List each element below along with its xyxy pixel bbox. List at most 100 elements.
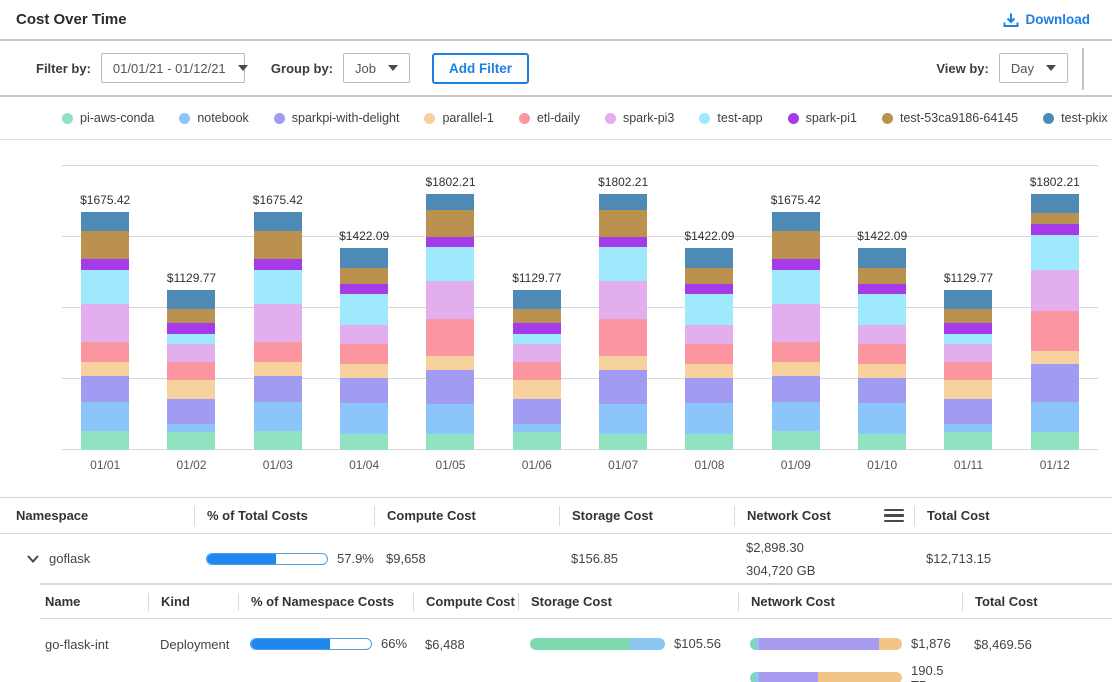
subcol-header-kind[interactable]: Kind (148, 593, 238, 611)
bar-segment-spark-pi3[interactable] (599, 281, 647, 320)
subcol-header-name[interactable]: Name (40, 593, 148, 611)
stacked-bar-01/06[interactable] (513, 290, 561, 450)
bar-segment-spark-pi1[interactable] (944, 323, 992, 334)
bar-segment-parallel-1[interactable] (513, 380, 561, 399)
bar-segment-etl-daily[interactable] (81, 342, 129, 362)
subcol-header-compute[interactable]: Compute Cost (413, 593, 518, 611)
bar-segment-test-app[interactable] (340, 294, 388, 325)
stacked-bar-01/05[interactable] (426, 194, 474, 450)
bar-segment-spark-pi3[interactable] (81, 304, 129, 342)
bar-segment-parallel-1[interactable] (167, 380, 215, 399)
legend-item-pi-aws-conda[interactable]: pi-aws-conda (62, 111, 154, 125)
col-header-namespace[interactable]: Namespace (16, 506, 194, 526)
bar-segment-notebook[interactable] (599, 404, 647, 434)
bar-segment-notebook[interactable] (167, 424, 215, 431)
col-header-pct-total[interactable]: % of Total Costs (194, 506, 374, 526)
legend-item-test-pkix[interactable]: test-pkix (1043, 111, 1108, 125)
bar-segment-test-53ca9186-64145[interactable] (81, 231, 129, 259)
stacked-bar-01/02[interactable] (167, 290, 215, 450)
bar-segment-test-pkix[interactable] (858, 248, 906, 267)
bar-segment-pi-aws-conda[interactable] (858, 434, 906, 450)
date-range-select[interactable]: 01/01/21 - 01/12/21 (101, 53, 245, 83)
bar-segment-spark-pi3[interactable] (858, 325, 906, 343)
bar-segment-test-app[interactable] (81, 270, 129, 303)
view-by-select[interactable]: Day (999, 53, 1068, 83)
bar-segment-test-app[interactable] (426, 247, 474, 281)
bar-segment-test-pkix[interactable] (599, 194, 647, 210)
bar-segment-notebook[interactable] (772, 402, 820, 431)
bar-segment-notebook[interactable] (426, 404, 474, 434)
bar-segment-test-pkix[interactable] (685, 248, 733, 267)
bar-segment-spark-pi3[interactable] (1031, 270, 1079, 311)
legend-item-test-53ca9186-64145[interactable]: test-53ca9186-64145 (882, 111, 1018, 125)
bar-segment-test-app[interactable] (1031, 235, 1079, 270)
bar-segment-test-53ca9186-64145[interactable] (858, 268, 906, 284)
bar-segment-pi-aws-conda[interactable] (254, 431, 302, 450)
bar-segment-parallel-1[interactable] (772, 362, 820, 376)
bar-segment-test-53ca9186-64145[interactable] (340, 268, 388, 284)
bar-segment-pi-aws-conda[interactable] (1031, 432, 1079, 450)
bar-segment-pi-aws-conda[interactable] (167, 432, 215, 450)
bar-segment-test-53ca9186-64145[interactable] (254, 231, 302, 259)
col-header-network[interactable]: Network Cost (734, 506, 914, 526)
legend-item-spark-pi1[interactable]: spark-pi1 (788, 111, 857, 125)
bar-segment-test-53ca9186-64145[interactable] (944, 309, 992, 323)
bar-segment-spark-pi3[interactable] (685, 325, 733, 343)
bar-segment-spark-pi1[interactable] (772, 259, 820, 270)
col-header-total[interactable]: Total Cost (914, 506, 1096, 526)
bar-segment-sparkpi-with-delight[interactable] (858, 378, 906, 404)
bar-segment-spark-pi3[interactable] (254, 304, 302, 342)
bar-segment-etl-daily[interactable] (858, 344, 906, 365)
bar-segment-sparkpi-with-delight[interactable] (254, 376, 302, 402)
subcol-header-network[interactable]: Network Cost (738, 593, 962, 611)
bar-segment-spark-pi3[interactable] (944, 344, 992, 362)
bar-segment-parallel-1[interactable] (858, 364, 906, 377)
stacked-bar-01/07[interactable] (599, 194, 647, 450)
bar-segment-sparkpi-with-delight[interactable] (81, 376, 129, 402)
bar-segment-sparkpi-with-delight[interactable] (944, 399, 992, 425)
bar-segment-parallel-1[interactable] (81, 362, 129, 376)
bar-segment-spark-pi1[interactable] (426, 237, 474, 247)
subtable-row[interactable]: go-flask-int Deployment 66% $6,488 $105.… (40, 618, 1112, 682)
bar-segment-test-app[interactable] (944, 334, 992, 345)
bar-segment-test-53ca9186-64145[interactable] (513, 309, 561, 323)
bar-segment-parallel-1[interactable] (426, 356, 474, 369)
bar-segment-pi-aws-conda[interactable] (426, 434, 474, 450)
stacked-bar-01/01[interactable] (81, 212, 129, 450)
legend-item-notebook[interactable]: notebook (179, 111, 248, 125)
bar-segment-pi-aws-conda[interactable] (944, 432, 992, 450)
bar-segment-sparkpi-with-delight[interactable] (513, 399, 561, 425)
bar-segment-test-app[interactable] (599, 247, 647, 281)
bar-segment-etl-daily[interactable] (340, 344, 388, 365)
stacked-bar-01/08[interactable] (685, 248, 733, 450)
bar-segment-etl-daily[interactable] (426, 319, 474, 356)
bar-segment-notebook[interactable] (685, 403, 733, 434)
bar-segment-spark-pi3[interactable] (340, 325, 388, 343)
stacked-bar-01/03[interactable] (254, 212, 302, 450)
bar-segment-notebook[interactable] (254, 402, 302, 431)
table-row[interactable]: goflask 57.9% $9,658 $156.85 $2,898.30 3… (0, 533, 1112, 583)
bar-segment-test-pkix[interactable] (426, 194, 474, 210)
bar-segment-etl-daily[interactable] (944, 362, 992, 380)
bar-segment-pi-aws-conda[interactable] (81, 431, 129, 450)
bar-segment-test-53ca9186-64145[interactable] (599, 210, 647, 237)
bar-segment-parallel-1[interactable] (599, 356, 647, 369)
bar-segment-test-53ca9186-64145[interactable] (685, 268, 733, 284)
bar-segment-test-app[interactable] (772, 270, 820, 303)
legend-item-test-app[interactable]: test-app (699, 111, 762, 125)
bar-segment-test-53ca9186-64145[interactable] (167, 309, 215, 323)
bar-segment-sparkpi-with-delight[interactable] (772, 376, 820, 402)
bar-segment-test-pkix[interactable] (513, 290, 561, 309)
bar-segment-test-53ca9186-64145[interactable] (772, 231, 820, 259)
bar-segment-spark-pi1[interactable] (513, 323, 561, 334)
bar-segment-notebook[interactable] (340, 403, 388, 434)
chevron-down-icon[interactable] (26, 552, 40, 566)
bar-segment-test-pkix[interactable] (1031, 194, 1079, 213)
bar-segment-test-app[interactable] (513, 334, 561, 345)
bar-segment-spark-pi3[interactable] (167, 344, 215, 362)
download-button[interactable]: Download (1003, 12, 1091, 28)
bar-segment-parallel-1[interactable] (254, 362, 302, 376)
bar-segment-parallel-1[interactable] (944, 380, 992, 399)
bar-segment-test-pkix[interactable] (944, 290, 992, 309)
col-header-compute[interactable]: Compute Cost (374, 506, 559, 526)
